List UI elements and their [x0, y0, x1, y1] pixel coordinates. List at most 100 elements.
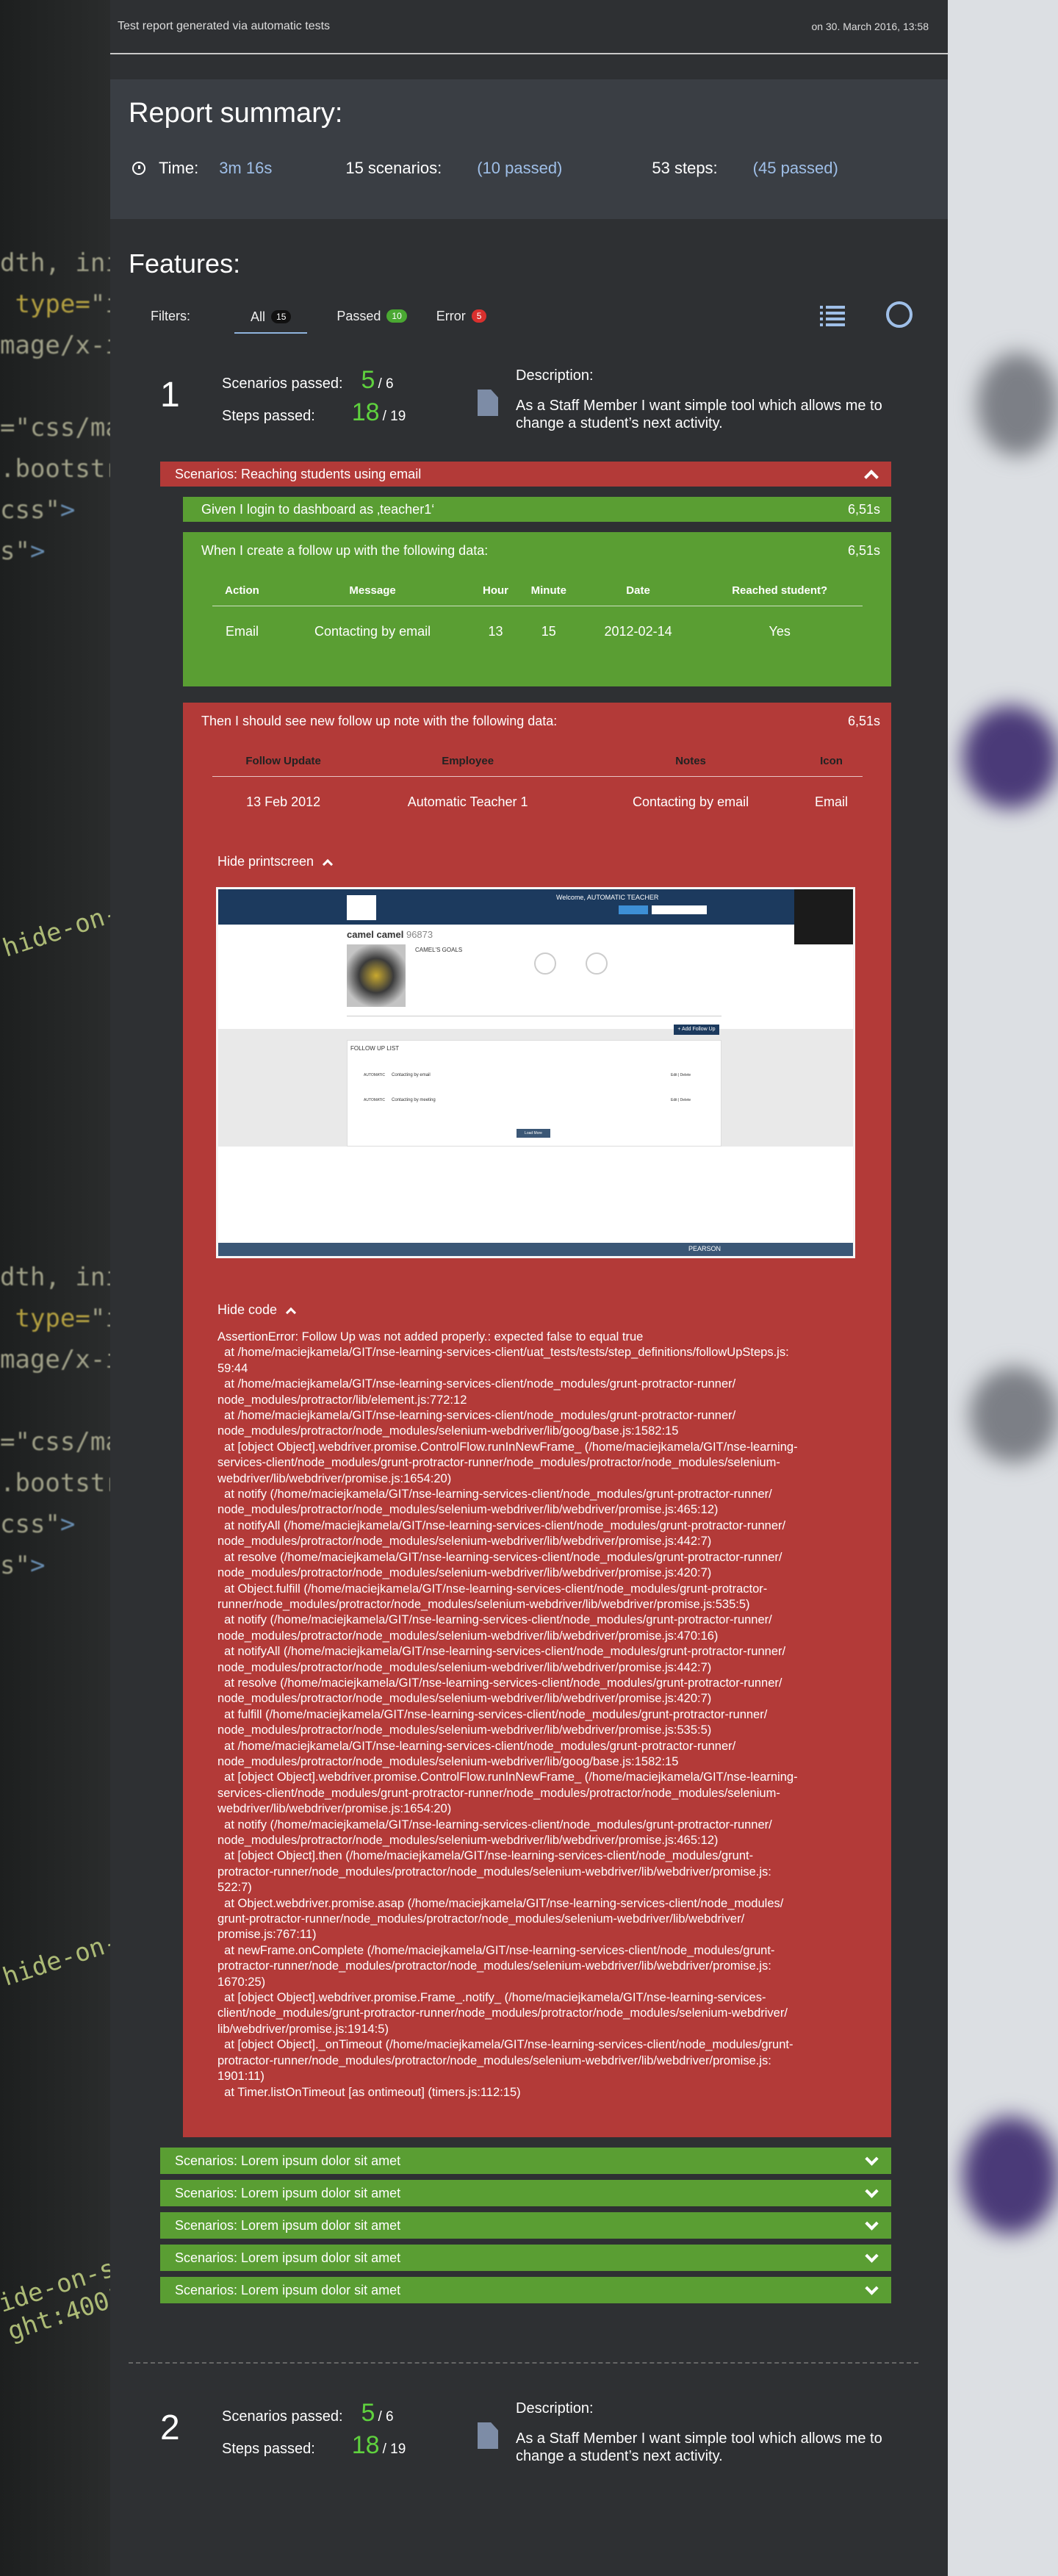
time-value: 3m 16s	[219, 159, 273, 177]
clock-icon	[132, 162, 145, 175]
table-cell: Email	[815, 794, 849, 809]
stacktrace-line: promise.js:767:11)	[217, 1928, 317, 1942]
report-page: Test report generated via automatic test…	[110, 0, 948, 2576]
stacktrace-line: at /home/maciejkamela/GIT/nse-learning-s…	[217, 1409, 736, 1423]
stacktrace-line: at notify (/home/maciejkamela/GIT/nse-le…	[217, 1818, 772, 1831]
background-code-snippet: hide-on-me	[0, 1917, 110, 1992]
stacktrace-line: at Object.fulfill (/home/maciejkamela/GI…	[217, 1582, 768, 1596]
chevron-down-icon[interactable]	[865, 2248, 879, 2263]
background-right	[948, 0, 1058, 2576]
stacktrace-line: node_modules/protractor/node_modules/sel…	[217, 1692, 712, 1706]
feature-2-header: 2 Scenarios passed: 5 / 6 Steps passed: …	[110, 2364, 948, 2481]
table-cell: Contacting by email	[633, 794, 749, 809]
scenario-title: Scenarios: Lorem ipsum dolor sit amet	[175, 2153, 401, 2168]
stacktrace-line: AssertionError: Follow Up was not added …	[217, 1330, 644, 1343]
table-header: Notes	[581, 755, 801, 777]
chevron-down-icon[interactable]	[865, 2151, 879, 2166]
stacktrace-line: at /home/maciejkamela/GIT/nse-learning-s…	[217, 1377, 736, 1391]
stacktrace-line: at resolve (/home/maciejkamela/GIT/nse-l…	[217, 1676, 782, 1690]
scenarios-passed: (10 passed)	[477, 159, 563, 177]
scenario-header-failed[interactable]: Scenarios: Reaching students using email	[160, 462, 891, 487]
background-code-snippet: dth, initia type="imag mage/x-icon" ="cs…	[0, 1263, 110, 1580]
scenario-header-collapsed[interactable]: Scenarios: Lorem ipsum dolor sit amet	[160, 2245, 891, 2271]
stacktrace-line: protractor-runner/node_modules/protracto…	[217, 1865, 771, 1879]
steps-passed-stat: Steps passed: 18 / 19	[222, 2431, 406, 2459]
stacktrace-line: node_modules/protractor/node_modules/sel…	[217, 1629, 719, 1643]
stacktrace-line: node_modules/protractor/node_modules/sel…	[217, 1503, 719, 1517]
stacktrace-line: 1670:25)	[217, 1975, 266, 1989]
collapsed-scenarios: Scenarios: Lorem ipsum dolor sit amet Sce…	[110, 2148, 948, 2303]
stacktrace-line: at notify (/home/maciejkamela/GIT/nse-le…	[217, 1488, 772, 1502]
filter-passed[interactable]: Passed 10	[337, 309, 407, 324]
screenshot-footer: PEARSON	[218, 1243, 853, 1256]
step-time: 6,51s	[847, 501, 880, 517]
scenarios-passed-stat: Scenarios passed: 5 / 6	[222, 366, 394, 394]
stacktrace-line: at notify (/home/maciejkamela/GIT/nse-le…	[217, 1613, 772, 1627]
stacktrace-line: node_modules/protractor/node_modules/sel…	[217, 1566, 712, 1580]
circle-view-icon[interactable]	[886, 301, 913, 328]
stacktrace-line: node_modules/protractor/node_modules/sel…	[217, 1535, 712, 1549]
filter-passed-count: 10	[386, 309, 407, 323]
background-code-snippet: ide-on-smal ght:400">st	[0, 2239, 110, 2347]
stacktrace-line: at notifyAll (/home/maciejkamela/GIT/nse…	[217, 1518, 786, 1532]
stacktrace-line: at /home/maciejkamela/GIT/nse-learning-s…	[217, 1739, 736, 1753]
summary-title: Report summary:	[129, 98, 343, 129]
description-label: Description:	[516, 2400, 594, 2417]
stacktrace-line: at notifyAll (/home/maciejkamela/GIT/nse…	[217, 1645, 786, 1659]
table-header: Date	[579, 584, 697, 606]
stacktrace-line: runner/node_modules/protractor/node_modu…	[217, 1597, 750, 1611]
feature-description: As a Staff Member I want simple tool whi…	[516, 2430, 882, 2464]
filter-all[interactable]: All 15	[234, 309, 308, 334]
table-cell: Contacting by email	[314, 624, 431, 639]
report-header: Test report generated via automatic test…	[110, 0, 948, 54]
feature-number: 2	[160, 2408, 180, 2447]
stacktrace-line: at [object Object].webdriver.promise.Fra…	[217, 1991, 766, 2005]
stacktrace-line: at [object Object].webdriver.promise.Con…	[217, 1770, 798, 1784]
chevron-down-icon[interactable]	[865, 2184, 879, 2198]
stacktrace-line: at newFrame.onComplete (/home/maciejkame…	[217, 1943, 775, 1957]
scenario-title: Scenarios: Lorem ipsum dolor sit amet	[175, 2217, 401, 2233]
list-view-icon[interactable]	[820, 303, 845, 326]
stacktrace-line: webdriver/lib/webdriver/promise.js:1654:…	[217, 1471, 452, 1485]
feature-description: As a Staff Member I want simple tool whi…	[516, 398, 882, 431]
table-header: Reached student?	[697, 584, 863, 606]
scenarios-label: 15 scenarios:	[345, 159, 442, 177]
stacktrace-line: node_modules/protractor/node_modules/sel…	[217, 1660, 712, 1674]
stacktrace-line: at fulfill (/home/maciejkamela/GIT/nse-l…	[217, 1707, 768, 1721]
stacktrace-line: node_modules/protractor/node_modules/sel…	[217, 1834, 719, 1847]
table-cell: Automatic Teacher 1	[407, 794, 528, 809]
scenario-title: Scenarios: Reaching students using email	[175, 466, 422, 481]
stacktrace-line: at [object Object]._onTimeout (/home/mac…	[217, 2038, 794, 2052]
scenario-title: Scenarios: Lorem ipsum dolor sit amet	[175, 2250, 401, 2265]
stacktrace-line: at [object Object].webdriver.promise.Con…	[217, 1440, 798, 1454]
table-header: Action	[212, 584, 272, 606]
table-header: Hour	[473, 584, 518, 606]
steps-passed: (45 passed)	[752, 159, 838, 177]
error-stacktrace: AssertionError: Follow Up was not added …	[217, 1330, 864, 2100]
table-header: Minute	[517, 584, 580, 606]
filter-error[interactable]: Error 5	[436, 309, 487, 324]
report-generated-text: Test report generated via automatic test…	[118, 20, 331, 32]
stacktrace-line: at resolve (/home/maciejkamela/GIT/nse-l…	[217, 1550, 782, 1564]
hide-code-toggle[interactable]: Hide code	[217, 1302, 880, 1318]
feature-1-header: 1 Scenarios passed: 5 / 6 Steps passed: …	[110, 331, 948, 448]
step-text: Given I login to dashboard as ‚teacher1‘	[201, 501, 435, 517]
screenshot-navbar: Welcome, AUTOMATIC TEACHER	[218, 889, 853, 925]
scenario-header-collapsed[interactable]: Scenarios: Lorem ipsum dolor sit amet	[160, 2277, 891, 2303]
scenario-header-collapsed[interactable]: Scenarios: Lorem ipsum dolor sit amet	[160, 2212, 891, 2239]
scenario-title: Scenarios: Lorem ipsum dolor sit amet	[175, 2282, 401, 2297]
stacktrace-line: client/node_modules/grunt-protractor-run…	[217, 2006, 788, 2020]
stacktrace-line: node_modules/protractor/node_modules/sel…	[217, 1754, 679, 1768]
stacktrace-line: node_modules/protractor/node_modules/sel…	[217, 1723, 712, 1737]
chevron-down-icon[interactable]	[865, 2216, 879, 2231]
scenario-header-collapsed[interactable]: Scenarios: Lorem ipsum dolor sit amet	[160, 2148, 891, 2174]
failure-screenshot: Welcome, AUTOMATIC TEACHER camel camel 9…	[216, 887, 855, 1258]
chevron-down-icon[interactable]	[865, 2281, 879, 2295]
hide-printscreen-toggle[interactable]: Hide printscreen	[217, 854, 880, 869]
scenarios-passed-stat: Scenarios passed: 5 / 6	[222, 2399, 394, 2427]
chevron-up-icon[interactable]	[864, 470, 879, 484]
scenario-header-collapsed[interactable]: Scenarios: Lorem ipsum dolor sit amet	[160, 2180, 891, 2206]
stacktrace-line: services-client/node_modules/grunt-protr…	[217, 1786, 780, 1800]
stacktrace-line: 59:44	[217, 1361, 248, 1375]
step-data-table: Follow Update Employee Notes Icon 13 Feb…	[212, 755, 863, 810]
